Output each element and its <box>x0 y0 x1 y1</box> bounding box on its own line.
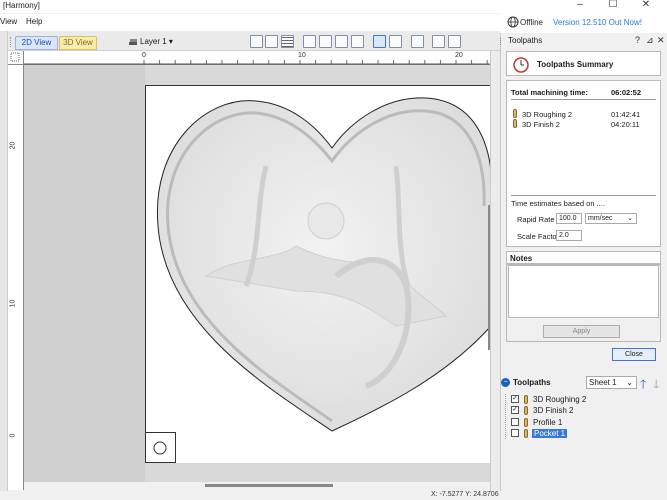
grid-icon[interactable] <box>281 35 294 48</box>
pan-icon[interactable] <box>303 35 316 48</box>
panel-title: Toolpaths <box>508 36 543 45</box>
ruler-top: 0 10 20 <box>24 51 500 65</box>
node-edit-icon[interactable] <box>250 35 263 48</box>
move-down-arrow-icon[interactable]: 🡓 <box>653 375 659 396</box>
ruler-top-label: 0 <box>142 52 146 59</box>
ruler-top-label: 20 <box>455 52 463 59</box>
summary-toolpath-time: 01:42:41 <box>611 110 641 119</box>
zoom-out-icon[interactable] <box>351 35 364 48</box>
close-window-button[interactable]: ✕ <box>633 0 659 13</box>
notes-label: Notes <box>510 254 533 263</box>
panel-header: Toolpaths ? ⊿ ✕ <box>500 34 667 48</box>
maximize-button[interactable]: ☐ <box>600 0 626 13</box>
apply-button[interactable]: Apply <box>543 325 620 338</box>
window-title: [Harmony] <box>3 1 40 10</box>
panel-splitter[interactable] <box>490 51 500 491</box>
summary-header: Toolpaths Summary <box>506 51 661 76</box>
minimize-button[interactable]: – <box>567 0 593 13</box>
zoom-box-icon[interactable] <box>319 35 332 48</box>
version-link[interactable]: Version 12.510 Out Now! <box>553 18 642 27</box>
ruler-top-label: 10 <box>298 52 306 59</box>
toolpath-icon <box>524 395 528 404</box>
material-sheet[interactable] <box>145 85 491 463</box>
globe-icon <box>507 16 519 28</box>
rapid-unit-select[interactable]: mm/sec ⌄ <box>585 213 637 224</box>
sheet-select[interactable]: Sheet 1 ⌄ <box>586 376 637 389</box>
heart-relief-model <box>156 97 491 432</box>
show-toolpaths-icon[interactable] <box>389 35 402 48</box>
move-up-arrow-icon[interactable]: 🡑 <box>640 375 646 396</box>
total-time-value: 06:02:52 <box>611 88 642 97</box>
collapse-icon[interactable]: − <box>501 378 510 387</box>
cursor-coordinates: X: -7.5277 Y: 24.8706 <box>431 491 499 498</box>
layer-selector[interactable]: Layer 1 ▾ <box>140 37 173 46</box>
chevron-down-icon: ⌄ <box>626 378 633 387</box>
chevron-down-icon: ⌄ <box>627 215 633 222</box>
layout-icon[interactable] <box>448 35 461 48</box>
clock-icon <box>513 57 529 73</box>
pin-icon[interactable]: ⊿ <box>646 35 654 46</box>
toolpath-icon <box>524 418 528 427</box>
toolpath-item-label-selected[interactable]: Pocket 1 <box>532 429 568 438</box>
toolpath-checkbox[interactable]: ✓ <box>511 395 519 403</box>
zoom-extents-icon[interactable] <box>335 35 348 48</box>
status-bar: X: -7.5277 Y: 24.8706 <box>0 491 667 500</box>
origin-marker-box <box>145 432 176 463</box>
toolpath-checkbox[interactable]: ✓ <box>511 406 519 414</box>
toolpath-icon <box>524 429 528 438</box>
estimates-label: Time estimates based on .... <box>511 199 605 208</box>
ruler-left-label: 0 <box>9 433 17 438</box>
layers-icon <box>129 39 137 45</box>
layer-label: Layer 1 <box>140 37 167 46</box>
menu-view[interactable]: View <box>0 17 17 26</box>
notes-header: Notes <box>506 251 661 264</box>
help-icon[interactable]: ? <box>635 35 640 45</box>
ruler-left-label: 20 <box>9 141 17 150</box>
toolpath-item-label[interactable]: 3D Finish 2 <box>533 406 573 415</box>
toolpath-checkbox[interactable] <box>511 429 519 437</box>
toolpath-checkbox[interactable] <box>511 418 519 426</box>
toolpath-item-label[interactable]: Profile 1 <box>533 418 562 427</box>
canvas-margin <box>24 65 145 482</box>
scale-factor-input[interactable]: 2.0 <box>556 230 582 241</box>
toolpaths-list-title: Toolpaths <box>513 378 551 387</box>
offline-status: Offline <box>520 18 543 27</box>
tab-3d-view[interactable]: 3D View <box>59 36 97 50</box>
tree-line <box>505 394 507 439</box>
component-icon[interactable] <box>411 35 424 48</box>
scale-factor-label: Scale Factor <box>517 232 560 241</box>
rapid-unit-value: mm/sec <box>588 215 613 222</box>
toolpath-icon <box>524 406 528 415</box>
transform-icon[interactable] <box>265 35 278 48</box>
ruler-left: 20 10 0 <box>8 65 24 490</box>
toolpath-icon <box>513 119 517 128</box>
show-vectors-icon[interactable] <box>373 35 386 48</box>
panel-grip <box>500 38 503 45</box>
menu-help[interactable]: Help <box>26 17 42 26</box>
toolpath-icon <box>513 109 517 118</box>
summary-toolpath-name: 3D Roughing 2 <box>522 110 573 119</box>
ruler-left-label: 10 <box>9 299 17 308</box>
menu-bar: View Help <box>0 14 500 31</box>
toolpath-item-label[interactable]: 3D Roughing 2 <box>533 395 586 404</box>
rapid-rate-input[interactable]: 100.0 <box>556 213 582 224</box>
rapid-rate-label: Rapid Rate <box>517 215 555 224</box>
left-edge-strip <box>0 31 8 491</box>
summary-title: Toolpaths Summary <box>537 60 614 69</box>
horizontal-scrollbar[interactable] <box>205 484 333 487</box>
total-time-label: Total machining time: <box>511 88 588 97</box>
snap-icon[interactable] <box>432 35 445 48</box>
title-bar: [Harmony] – ☐ ✕ <box>0 0 667 13</box>
header-right: Offline Version 12.510 Out Now! <box>500 13 667 33</box>
close-panel-icon[interactable]: ✕ <box>657 35 665 46</box>
toolpaths-list-header: − Toolpaths Sheet 1 ⌄ 🡑 🡓 <box>500 374 667 391</box>
summary-toolpath-time: 04:20:11 <box>611 120 640 129</box>
close-button[interactable]: Close <box>612 348 656 361</box>
sheet-value: Sheet 1 <box>589 378 617 387</box>
summary-toolpath-name: 3D Finish 2 <box>522 120 560 129</box>
ruler-corner <box>8 51 24 65</box>
summary-box: Total machining time: 06:02:52 3D Roughi… <box>506 80 661 247</box>
tab-2d-view[interactable]: 2D View <box>15 36 58 50</box>
